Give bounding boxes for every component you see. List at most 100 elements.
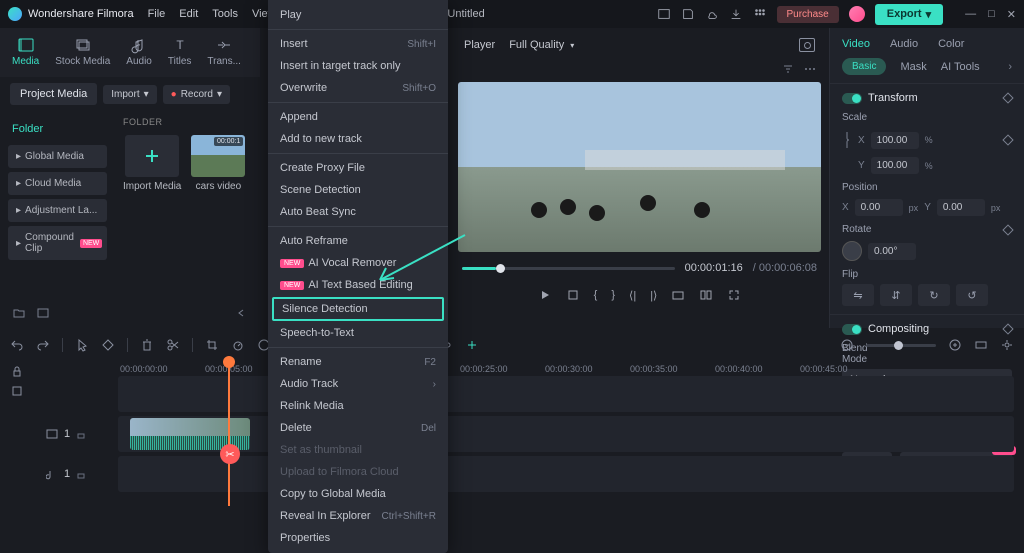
tab-audio[interactable]: Audio <box>126 36 152 67</box>
lock-icon[interactable] <box>76 469 86 479</box>
ctx-silence-detection[interactable]: Silence Detection <box>272 297 444 321</box>
snapshot-button[interactable] <box>799 38 815 52</box>
import-dropdown[interactable]: Import▾ <box>103 85 156 104</box>
cloud-icon[interactable] <box>705 7 719 21</box>
delete-icon[interactable] <box>140 338 154 352</box>
ctx-properties[interactable]: Properties <box>268 527 448 549</box>
sidebar-item-global-media[interactable]: ▸Global Media <box>8 145 107 168</box>
save-icon[interactable] <box>681 7 695 21</box>
ctx-copy-global[interactable]: Copy to Global Media <box>268 483 448 505</box>
lock-icon[interactable] <box>76 429 86 439</box>
ctx-ai-vocal-remover[interactable]: NEWAI Vocal Remover <box>268 252 448 274</box>
ctx-speech-to-text[interactable]: Speech-to-Text <box>268 322 448 344</box>
zoom-in-icon[interactable] <box>948 338 962 352</box>
ctx-delete[interactable]: DeleteDel <box>268 417 448 439</box>
ctx-auto-reframe[interactable]: Auto Reframe <box>268 230 448 252</box>
keyframe-icon[interactable] <box>101 338 115 352</box>
prev-frame-button[interactable]: ⟨| <box>629 289 636 302</box>
keyframe-diamond-icon[interactable] <box>1002 224 1013 235</box>
screenshot-icon[interactable] <box>671 288 685 302</box>
split-icon[interactable] <box>166 338 180 352</box>
ctx-insert[interactable]: InsertShift+I <box>268 33 448 55</box>
redo-icon[interactable] <box>36 338 50 352</box>
subtab-ai-tools[interactable]: AI Tools <box>941 61 980 73</box>
more-icon[interactable] <box>803 62 817 76</box>
settings-icon[interactable] <box>1000 338 1014 352</box>
tab-transitions[interactable]: Trans... <box>207 36 241 67</box>
new-folder-icon[interactable] <box>12 306 26 320</box>
ctx-play[interactable]: Play <box>268 4 448 26</box>
preview-scrubber[interactable] <box>462 267 675 270</box>
subtab-more-icon[interactable]: › <box>1008 61 1012 73</box>
apps-icon[interactable] <box>753 7 767 21</box>
sidebar-item-adjustment-layer[interactable]: ▸Adjustment La... <box>8 199 107 222</box>
video-preview[interactable] <box>458 82 821 252</box>
keyframe-diamond-icon[interactable] <box>1002 134 1013 145</box>
position-y-input[interactable] <box>937 199 985 216</box>
track-add-icon[interactable] <box>10 384 40 398</box>
inspector-tab-video[interactable]: Video <box>842 38 870 50</box>
cut-marker[interactable]: ✂ <box>220 444 240 464</box>
ctx-ai-text-editing[interactable]: NEWAI Text Based Editing <box>268 274 448 296</box>
inspector-tab-audio[interactable]: Audio <box>890 38 918 50</box>
compositing-toggle[interactable] <box>842 324 862 335</box>
menu-edit[interactable]: Edit <box>179 8 198 20</box>
speed-icon[interactable] <box>231 338 245 352</box>
playhead[interactable] <box>228 358 230 506</box>
media-clip-cars-video[interactable]: 00:00:1 cars video <box>191 135 245 192</box>
tab-stock-media[interactable]: Stock Media <box>55 36 110 67</box>
purchase-button[interactable]: Purchase <box>777 6 839 23</box>
layout-icon[interactable] <box>657 7 671 21</box>
link-icon[interactable] <box>842 129 852 151</box>
menu-tools[interactable]: Tools <box>212 8 238 20</box>
export-button[interactable]: Export▾ <box>875 4 943 25</box>
ctx-add-new-track[interactable]: Add to new track <box>268 128 448 150</box>
keyframe-diamond-icon[interactable] <box>1002 92 1013 103</box>
flip-horizontal-button[interactable]: ⇋ <box>842 284 874 306</box>
mark-out-button[interactable]: } <box>611 289 615 301</box>
ctx-rename[interactable]: RenameF2 <box>268 351 448 373</box>
undo-icon[interactable] <box>10 338 24 352</box>
quality-dropdown[interactable]: Full Quality▾ <box>509 39 574 51</box>
rotate-input[interactable] <box>868 243 916 260</box>
scale-y-input[interactable] <box>871 157 919 174</box>
ctx-scene-detection[interactable]: Scene Detection <box>268 179 448 201</box>
rotate-knob[interactable] <box>842 241 862 261</box>
close-button[interactable]: ✕ <box>1007 8 1016 21</box>
fullscreen-icon[interactable] <box>727 288 741 302</box>
filter-icon[interactable] <box>781 62 795 76</box>
track-lane[interactable] <box>118 456 1014 492</box>
sidebar-item-cloud-media[interactable]: ▸Cloud Media <box>8 172 107 195</box>
scale-x-input[interactable] <box>871 132 919 149</box>
ctx-insert-target[interactable]: Insert in target track only <box>268 55 448 77</box>
record-dropdown[interactable]: ●Record▾ <box>163 85 230 104</box>
zoom-fit-icon[interactable] <box>974 338 988 352</box>
rotate-cw-button[interactable]: ↻ <box>918 284 950 306</box>
position-x-input[interactable] <box>855 199 903 216</box>
next-frame-button[interactable]: |⟩ <box>650 289 657 302</box>
ctx-append[interactable]: Append <box>268 106 448 128</box>
ctx-auto-beat-sync[interactable]: Auto Beat Sync <box>268 201 448 223</box>
subtab-mask[interactable]: Mask <box>900 61 926 73</box>
minimize-button[interactable]: — <box>965 8 976 21</box>
flip-vertical-button[interactable]: ⇵ <box>880 284 912 306</box>
collapse-icon[interactable] <box>234 306 248 320</box>
import-media-tile[interactable]: Import Media <box>123 135 181 192</box>
track-lock-icon[interactable] <box>10 364 40 378</box>
keyframe-diamond-icon[interactable] <box>1002 323 1013 334</box>
zoom-slider[interactable] <box>866 344 936 347</box>
track-lane[interactable] <box>118 416 1014 452</box>
tab-titles[interactable]: T Titles <box>168 36 192 67</box>
user-avatar[interactable] <box>849 6 865 22</box>
new-bin-icon[interactable] <box>36 306 50 320</box>
stop-button[interactable] <box>566 288 580 302</box>
transform-toggle[interactable] <box>842 93 862 104</box>
crop-icon[interactable] <box>205 338 219 352</box>
ctx-relink-media[interactable]: Relink Media <box>268 395 448 417</box>
mark-in-button[interactable]: { <box>594 289 598 301</box>
auto-ripple-icon[interactable] <box>465 338 479 352</box>
ctx-reveal-explorer[interactable]: Reveal In ExplorerCtrl+Shift+R <box>268 505 448 527</box>
play-button[interactable] <box>538 288 552 302</box>
ctx-overwrite[interactable]: OverwriteShift+O <box>268 77 448 99</box>
zoom-out-icon[interactable] <box>840 338 854 352</box>
